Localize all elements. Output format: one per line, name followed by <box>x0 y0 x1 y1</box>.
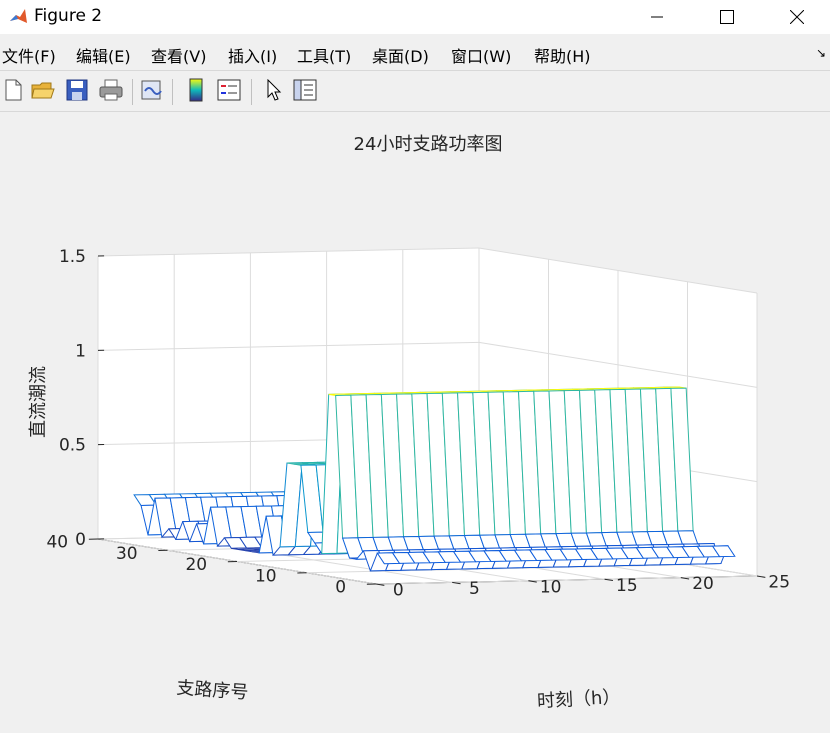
dock-arrow-icon[interactable]: ↘ <box>816 46 826 60</box>
legend-icon <box>217 79 241 101</box>
maximize-icon <box>720 10 734 24</box>
menu-file[interactable]: 文件(F) <box>2 43 56 67</box>
insert-legend-button[interactable] <box>216 77 242 103</box>
x-tick-mark <box>756 575 766 578</box>
menu-bar: 文件(F) 编辑(E) 查看(V) 插入(I) 工具(T) 桌面(D) 窗口(W… <box>0 34 830 70</box>
open-file-button[interactable] <box>30 77 56 103</box>
menu-insert[interactable]: 插入(I) <box>228 43 277 67</box>
x-tick-label: 25 <box>768 573 790 593</box>
x-tick-label: 5 <box>469 579 480 599</box>
menu-edit[interactable]: 编辑(E) <box>76 43 131 67</box>
minimize-button[interactable] <box>622 0 692 34</box>
menu-desktop[interactable]: 桌面(D) <box>372 43 429 67</box>
maximize-button[interactable] <box>692 0 762 34</box>
close-icon <box>790 10 804 24</box>
surface-plot[interactable]: 0 5 10 15 20 25 0 10 20 30 40 0 0.5 1 1.5 24小时支路功率图 时刻… <box>0 111 830 733</box>
link-plot-button[interactable] <box>139 77 165 103</box>
z-axis-label: 直流潮流 <box>28 366 49 438</box>
chart-title: 24小时支路功率图 <box>354 134 503 155</box>
property-inspector-button[interactable] <box>292 77 318 103</box>
y-tick-label: 40 <box>46 533 68 553</box>
y-tick-label: 10 <box>255 566 277 586</box>
z-tick-label: 0 <box>75 530 86 550</box>
new-file-icon <box>5 79 22 101</box>
save-icon <box>66 79 88 101</box>
property-inspector-icon <box>293 79 317 101</box>
pointer-cursor-icon <box>267 79 282 101</box>
menu-tools[interactable]: 工具(T) <box>297 43 351 67</box>
window-titlebar: Figure 2 <box>0 0 830 34</box>
toolbar <box>0 70 830 112</box>
x-tick-label: 0 <box>393 581 404 601</box>
y-tick-label: 30 <box>116 544 138 564</box>
toolbar-separator <box>172 79 173 105</box>
menu-window[interactable]: 窗口(W) <box>451 43 511 67</box>
edit-plot-button[interactable] <box>261 77 287 103</box>
close-button[interactable] <box>762 0 830 34</box>
menu-view[interactable]: 查看(V) <box>151 43 206 67</box>
colorbar-icon <box>189 78 203 102</box>
x-tick-label: 15 <box>616 576 638 596</box>
matlab-icon <box>10 9 27 23</box>
y-tick-label: 20 <box>185 555 207 575</box>
z-tick-label: 0.5 <box>59 436 86 456</box>
y-axis-label: 支路序号 <box>176 678 249 704</box>
z-tick-label: 1 <box>75 341 86 361</box>
menu-help[interactable]: 帮助(H) <box>534 43 591 67</box>
open-folder-icon <box>31 82 55 99</box>
x-tick-label: 10 <box>540 577 562 597</box>
save-button[interactable] <box>64 77 90 103</box>
x-tick-label: 20 <box>692 574 714 594</box>
print-button[interactable] <box>98 77 124 103</box>
toolbar-separator <box>132 79 133 105</box>
printer-icon <box>99 79 123 101</box>
figure-canvas[interactable]: 0 5 10 15 20 25 0 10 20 30 40 0 0.5 1 1.5 24小时支路功率图 时刻… <box>0 111 830 733</box>
insert-colorbar-button[interactable] <box>183 77 209 103</box>
window-title: Figure 2 <box>34 6 103 26</box>
new-figure-button[interactable] <box>0 77 26 103</box>
x-axis-label: 时刻（h） <box>537 687 621 712</box>
y-tick-label: 0 <box>335 578 346 598</box>
minimize-icon <box>651 16 663 18</box>
toolbar-separator <box>251 79 252 105</box>
link-plot-icon <box>141 80 162 100</box>
z-tick-label: 1.5 <box>59 247 86 267</box>
